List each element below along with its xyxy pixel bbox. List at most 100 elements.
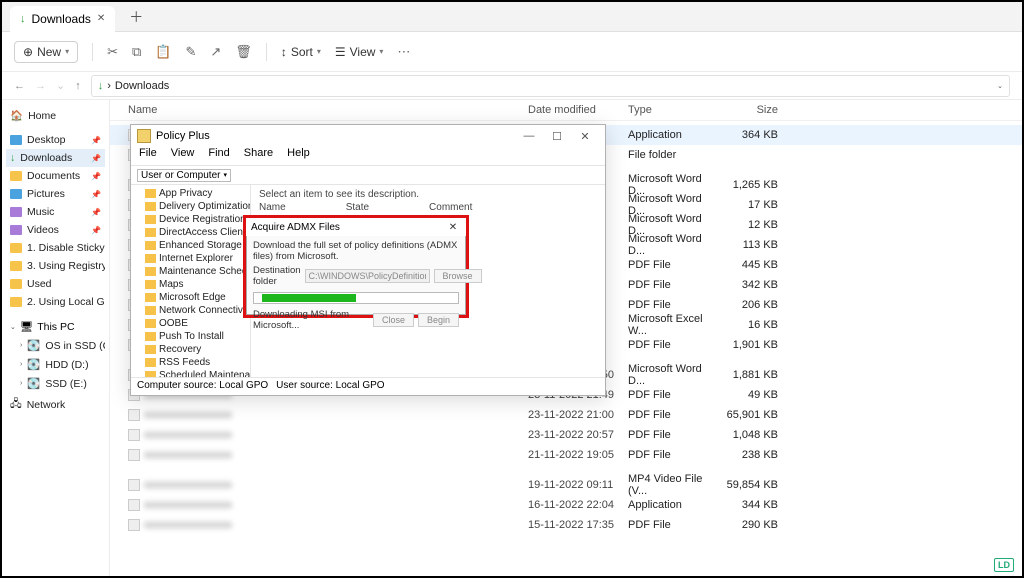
close-icon[interactable]: ✕: [97, 13, 105, 24]
back-button[interactable]: ←: [14, 80, 25, 92]
folder-icon: [145, 371, 156, 377]
pp-tree-item[interactable]: OOBE: [131, 317, 250, 330]
chevron-right-icon: ›: [20, 361, 22, 368]
pp-tree-item[interactable]: Push To Install: [131, 330, 250, 343]
col-name[interactable]: Name: [128, 104, 528, 116]
sidebar-item-folder[interactable]: Used: [6, 275, 105, 293]
close-button[interactable]: ✕: [445, 222, 461, 233]
paste-icon[interactable]: 📋: [155, 44, 171, 60]
sidebar-item-folder[interactable]: 3. Using Registry Ec: [6, 257, 105, 275]
admx-title: Acquire ADMX Files: [251, 222, 445, 233]
admx-description: Download the full set of policy definiti…: [253, 240, 459, 262]
menu-help[interactable]: Help: [287, 147, 310, 165]
up-button[interactable]: ↑: [75, 80, 81, 92]
sort-button[interactable]: ↕ Sort ▾: [281, 45, 321, 59]
pp-tree-item[interactable]: App Privacy: [131, 187, 250, 200]
delete-icon[interactable]: 🗑: [235, 44, 252, 60]
sidebar-item-label: Music: [27, 206, 54, 218]
cut-icon[interactable]: ✂: [107, 44, 118, 60]
pp-tree[interactable]: App PrivacyDelivery OptimizationDevice R…: [131, 185, 251, 377]
address-bar[interactable]: ↓ › Downloads ⌄: [91, 75, 1010, 97]
recent-chevron[interactable]: ⌄: [56, 79, 65, 92]
pp-tree-item[interactable]: Recovery: [131, 343, 250, 356]
sidebar-item-music[interactable]: Music📌: [6, 203, 105, 221]
pp-tree-item[interactable]: Enhanced Storage Acc: [131, 239, 250, 252]
pp-tree-item[interactable]: Maps: [131, 278, 250, 291]
file-row[interactable]: xxxxxxxxxxxxxxxx15-11-2022 17:35PDF File…: [110, 515, 1022, 535]
sidebar-item-folder[interactable]: 2. Using Local Grou: [6, 293, 105, 311]
breadcrumb-root[interactable]: Downloads: [115, 80, 169, 92]
pp-col-name[interactable]: Name: [259, 202, 286, 213]
pp-tree-item[interactable]: Network Connectivity S: [131, 304, 250, 317]
pp-tree-item[interactable]: DirectAccess Client Exp: [131, 226, 250, 239]
copy-icon[interactable]: ⧉: [132, 44, 141, 60]
documents-icon: [10, 171, 22, 181]
folder-icon: [145, 345, 156, 354]
admx-titlebar[interactable]: Acquire ADMX Files ✕: [246, 218, 466, 236]
menu-view[interactable]: View: [171, 147, 195, 165]
new-tab-button[interactable]: ＋: [121, 7, 151, 27]
sidebar-drive[interactable]: ›💽HDD (D:): [6, 355, 105, 374]
sidebar-network[interactable]: 🖧Network: [6, 393, 105, 417]
folder-icon: [145, 267, 156, 276]
minimize-button[interactable]: —: [515, 130, 543, 142]
rename-icon[interactable]: ✎: [185, 44, 196, 60]
file-row[interactable]: xxxxxxxxxxxxxxxx21-11-2022 19:05PDF File…: [110, 445, 1022, 465]
sidebar-home[interactable]: 🏠 Home: [6, 106, 105, 125]
pp-tree-item[interactable]: Delivery Optimization: [131, 200, 250, 213]
menu-share[interactable]: Share: [244, 147, 273, 165]
view-button[interactable]: ☰ View ▾: [335, 45, 384, 59]
tab-downloads[interactable]: ↓ Downloads ✕: [10, 6, 115, 32]
file-type: Microsoft Excel W...: [628, 313, 718, 337]
sidebar-thispc[interactable]: ⌄🖥This PC: [6, 317, 105, 336]
pp-tree-item[interactable]: Maintenance Schedule: [131, 265, 250, 278]
maximize-button[interactable]: ☐: [543, 130, 571, 143]
file-row[interactable]: xxxxxxxxxxxxxxxx23-11-2022 20:57PDF File…: [110, 425, 1022, 445]
pp-col-comment[interactable]: Comment: [429, 202, 472, 213]
file-row[interactable]: xxxxxxxxxxxxxxxx16-11-2022 22:04Applicat…: [110, 495, 1022, 515]
pp-status-computer: Computer source: Local GPO: [137, 380, 268, 393]
pp-tree-item[interactable]: Internet Explorer: [131, 252, 250, 265]
new-button[interactable]: ⊕ New ▾: [14, 41, 78, 63]
scope-select[interactable]: User or Computer ▾: [137, 169, 231, 182]
sidebar-drive[interactable]: ›💽SSD (E:): [6, 374, 105, 393]
pp-tree-item[interactable]: Device Registration: [131, 213, 250, 226]
pc-icon: 🖥: [20, 320, 33, 333]
forward-button[interactable]: →: [35, 80, 46, 92]
pp-tree-label: Recovery: [159, 344, 201, 355]
file-row[interactable]: xxxxxxxxxxxxxxxx19-11-2022 09:11MP4 Vide…: [110, 475, 1022, 495]
file-type: MP4 Video File (V...: [628, 473, 718, 497]
chevron-down-icon[interactable]: ⌄: [997, 82, 1003, 90]
col-type[interactable]: Type: [628, 104, 718, 116]
sidebar-item-downloads[interactable]: ↓Downloads📌: [6, 149, 105, 167]
file-size: 445 KB: [718, 259, 778, 271]
share-icon[interactable]: ↗: [210, 44, 221, 60]
sidebar-item-documents[interactable]: Documents📌: [6, 167, 105, 185]
pp-tree-item[interactable]: RSS Feeds: [131, 356, 250, 369]
col-date[interactable]: Date modified: [528, 104, 628, 116]
downloads-icon: ↓: [10, 152, 15, 164]
browse-button[interactable]: Browse: [434, 269, 482, 283]
col-size[interactable]: Size: [718, 104, 778, 116]
begin-button[interactable]: Begin: [418, 313, 459, 327]
file-icon: [128, 429, 140, 441]
menu-file[interactable]: File: [139, 147, 157, 165]
pp-col-state[interactable]: State: [346, 202, 369, 213]
close-button[interactable]: Close: [373, 313, 414, 327]
close-button[interactable]: ✕: [571, 130, 599, 143]
sidebar-item-folder[interactable]: 1. Disable Sticky Ke: [6, 239, 105, 257]
sidebar-drive[interactable]: ›💽OS in SSD (C:): [6, 336, 105, 355]
sidebar-item-desktop[interactable]: Desktop📌: [6, 131, 105, 149]
sidebar-item-pictures[interactable]: Pictures📌: [6, 185, 105, 203]
more-icon[interactable]: ⋯: [397, 44, 410, 60]
sidebar-item-videos[interactable]: Videos📌: [6, 221, 105, 239]
menu-find[interactable]: Find: [208, 147, 229, 165]
pp-tree-item[interactable]: Scheduled Maintenance: [131, 369, 250, 377]
file-type: PDF File: [628, 339, 718, 351]
pp-titlebar[interactable]: Policy Plus — ☐ ✕: [131, 125, 605, 147]
pp-title: Policy Plus: [156, 130, 515, 142]
pp-tree-item[interactable]: Microsoft Edge: [131, 291, 250, 304]
acquire-admx-dialog[interactable]: Acquire ADMX Files ✕ Download the full s…: [243, 215, 469, 318]
file-row[interactable]: xxxxxxxxxxxxxxxx23-11-2022 21:00PDF File…: [110, 405, 1022, 425]
drive-icon: 💽: [27, 377, 40, 390]
